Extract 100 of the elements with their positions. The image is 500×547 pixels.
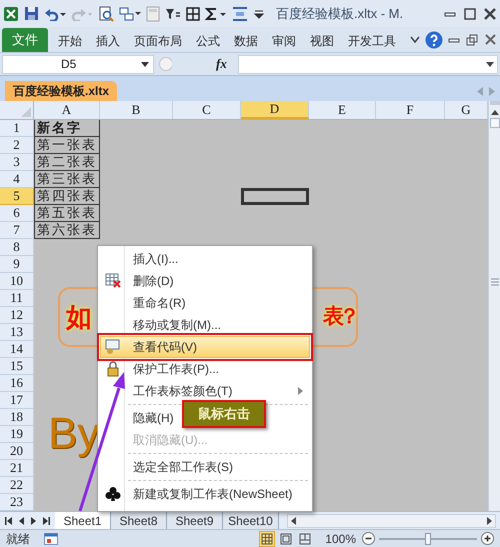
view-button[interactable]	[259, 530, 276, 546]
collapse-ribbon-icon[interactable]	[410, 36, 420, 44]
menu-item[interactable]: 工作表标签颜色(T)	[100, 380, 310, 402]
row-header[interactable]: 11	[0, 290, 34, 307]
scroll-up-icon[interactable]	[490, 109, 498, 115]
name-box[interactable]: D5	[2, 54, 154, 74]
row-header[interactable]: 17	[0, 392, 34, 409]
zoom-slider[interactable]	[379, 532, 477, 544]
caret-icon[interactable]	[486, 62, 494, 66]
row-header[interactable]: 21	[0, 460, 34, 477]
menu-item[interactable]: 新建或复制工作表(NewSheet)	[100, 483, 298, 505]
row-header[interactable]: 22	[0, 477, 34, 494]
ribbon-tab[interactable]: 公式	[196, 30, 220, 52]
table-cell: 第三张表	[34, 171, 100, 188]
help-icon[interactable]	[425, 31, 443, 49]
scrollbar-thumb-icon[interactable]	[490, 118, 500, 128]
view-button[interactable]	[278, 530, 294, 546]
row-header[interactable]: 4	[0, 171, 34, 188]
row-header[interactable]: 10	[0, 273, 34, 290]
column-header[interactable]: B	[100, 101, 173, 119]
sheet-tab[interactable]: Sheet8	[111, 512, 167, 529]
row-header[interactable]: 20	[0, 443, 34, 460]
zoom-in-icon[interactable]	[481, 532, 494, 545]
previous-sheet-icon[interactable]	[19, 516, 24, 524]
macro-record-icon[interactable]	[44, 532, 58, 544]
menu-item[interactable]: 隐藏(H)	[100, 407, 179, 429]
ribbon-tab[interactable]: 开发工具	[348, 30, 396, 52]
save-icon[interactable]	[24, 6, 39, 21]
row-header[interactable]: 6	[0, 205, 34, 222]
sheet-tab[interactable]: Sheet10	[223, 512, 279, 529]
row-header[interactable]: 8	[0, 239, 34, 256]
row-header[interactable]: 23	[0, 494, 34, 511]
ribbon-tab[interactable]: 数据	[234, 30, 258, 52]
row-header[interactable]: 15	[0, 358, 34, 375]
close-icon[interactable]	[483, 8, 497, 20]
column-header[interactable]: E	[309, 101, 376, 119]
row-header[interactable]: 1	[0, 120, 34, 137]
grip-icon	[490, 278, 498, 286]
caret-icon[interactable]	[141, 62, 149, 66]
vertical-scrollbar[interactable]	[488, 101, 500, 511]
sheet-tab[interactable]: Sheet1	[55, 512, 111, 529]
row-header[interactable]: 9	[0, 256, 34, 273]
row-header[interactable]: 16	[0, 375, 34, 392]
menu-item[interactable]: 插入(I)...	[100, 248, 184, 270]
delete-table-icon	[105, 273, 121, 289]
row-header[interactable]: 3	[0, 154, 34, 171]
undo-icon[interactable]	[44, 6, 66, 20]
row-header[interactable]: 7	[0, 222, 34, 239]
ribbon-tab[interactable]: 视图	[310, 30, 334, 52]
workbook-tab[interactable]: 百度经验模板.xltx	[5, 81, 118, 101]
view-button[interactable]	[297, 530, 314, 546]
window-title: 百度经验模板.xltx - M.	[276, 4, 404, 23]
table-grid-icon[interactable]	[186, 6, 200, 20]
file-tab[interactable]: 文件	[2, 28, 48, 52]
menu-item[interactable]: 保护工作表(P)...	[100, 358, 224, 380]
layout-icon[interactable]	[119, 6, 141, 22]
next-sheet-icon[interactable]	[31, 516, 36, 524]
shape-text: 如	[66, 300, 92, 334]
column-header[interactable]: D	[241, 101, 309, 119]
zoom-out-icon[interactable]	[362, 532, 375, 545]
filter-icon[interactable]	[165, 6, 181, 20]
scroll-right-icon[interactable]	[487, 516, 492, 524]
print-preview-icon[interactable]	[98, 6, 114, 22]
column-header[interactable]: A	[34, 101, 100, 119]
maximize-icon[interactable]	[463, 8, 477, 20]
scroll-left-icon[interactable]	[291, 516, 296, 524]
function-label[interactable]: fx	[216, 54, 236, 74]
ribbon-tab[interactable]: 页面布局	[134, 30, 182, 52]
sheet-tab[interactable]: Sheet9	[167, 512, 223, 529]
menu-item[interactable]: 移动或复制(M)...	[100, 314, 226, 336]
row-header[interactable]: 5	[0, 188, 34, 205]
ribbon-tab[interactable]: 审阅	[272, 30, 296, 52]
row-header[interactable]: 12	[0, 307, 34, 324]
wordart-text: By	[48, 408, 100, 460]
row-header[interactable]: 18	[0, 409, 34, 426]
row-header[interactable]: 2	[0, 137, 34, 154]
menu-item[interactable]: 重命名(R)	[100, 292, 191, 314]
slider-thumb[interactable]	[425, 532, 431, 544]
row-header[interactable]: 13	[0, 324, 34, 341]
row-header[interactable]: 19	[0, 426, 34, 443]
ribbon-tab[interactable]: 插入	[96, 30, 120, 52]
normal-view-icon	[260, 532, 274, 546]
restore-icon[interactable]	[466, 34, 479, 46]
split-handle-icon[interactable]	[490, 101, 500, 105]
align-icon[interactable]	[232, 6, 248, 22]
ribbon-tab[interactable]: 开始	[58, 30, 82, 52]
row-header[interactable]: 14	[0, 341, 34, 358]
last-sheet-icon[interactable]	[43, 516, 50, 524]
close-icon[interactable]	[484, 34, 497, 46]
menu-item[interactable]: 查看代码(V)	[100, 336, 310, 358]
sum-icon[interactable]	[205, 6, 227, 20]
column-header[interactable]: F	[376, 101, 445, 119]
formula-input[interactable]	[238, 54, 498, 74]
cell-reference: D5	[61, 56, 76, 73]
first-sheet-icon[interactable]	[5, 516, 12, 524]
spreadsheet-logo-icon	[3, 6, 19, 22]
menu-item[interactable]: 选定全部工作表(S)	[100, 456, 238, 478]
menu-item[interactable]: 删除(D)	[100, 270, 179, 292]
horizontal-scrollbar[interactable]	[287, 514, 496, 528]
active-cell[interactable]	[241, 188, 309, 205]
